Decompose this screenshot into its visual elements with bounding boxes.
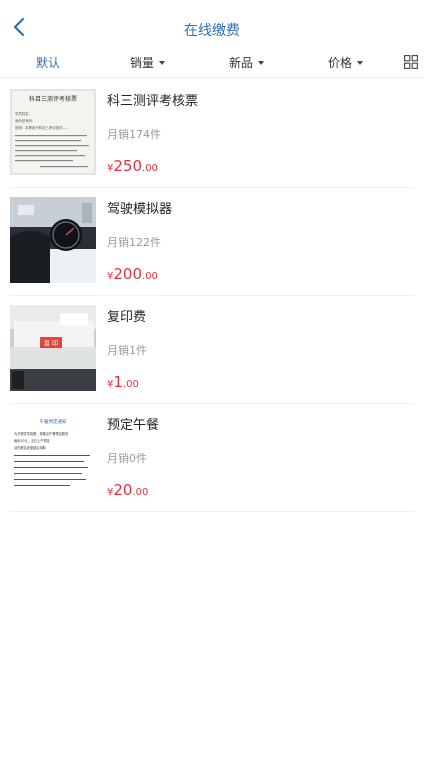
product-name: 驾驶模拟器 [107,202,173,217]
product-name: 科三测评考核票 [107,94,199,109]
tab-price[interactable]: 价格 [328,54,364,72]
price-integer: 200 [113,265,143,283]
product-name: 复印费 [107,310,147,325]
tab-sales[interactable]: 销量 [130,54,166,72]
tab-new[interactable]: 新品 [229,54,265,72]
product-thumbnail: 科目三测评考核票 学员姓名： 身份证号码： 说明：本票用于科目三考试测评…… [10,89,96,175]
monthly-sales: 月销122件 [107,236,161,249]
driving-simulator-image [10,197,96,283]
copy-label-text: 复 印 [44,340,58,348]
thumb-line-text: 学员姓名： [15,111,32,116]
price-integer: 20 [113,481,133,499]
product-price: ¥20.00 [107,481,148,502]
product-item[interactable]: 复 印 复印费 月销1件 ¥1.00 [10,296,414,404]
ticket-document-image: 科目三测评考核票 学员姓名： 身份证号码： 说明：本票用于科目三考试测评…… [10,89,96,175]
tab-sales-label: 销量 [130,56,155,70]
monthly-sales: 月销174件 [107,128,161,141]
thumb-line-text: 说明：本票用于科目三考试测评…… [15,125,69,130]
price-decimal: .00 [142,271,158,282]
thumb-line-text: 身份证号码： [15,118,35,123]
app-header: 在线缴费 [0,0,424,48]
product-name: 预定午餐 [107,418,160,433]
price-integer: 250 [113,157,143,175]
tab-price-label: 价格 [328,56,353,70]
product-item[interactable]: 午餐预定通知 为方便学员用餐，现推出午餐预定服务 每份20元，当日上午预定 请在… [10,404,414,512]
tab-default-label: 默认 [36,56,61,70]
photocopier-image: 复 印 [10,305,96,391]
caret-down-icon [159,60,166,65]
product-price: ¥1.00 [107,373,139,394]
sort-tabs: 默认 销量 新品 价格 [0,48,424,78]
thumb-line-text: 为方便学员用餐，现推出午餐预定服务 [14,431,69,436]
product-thumbnail: 复 印 [10,305,96,391]
price-integer: 1 [113,373,123,391]
thumb-line-text: 请在报名处缴费后领取 [14,445,47,450]
grid-view-icon[interactable] [404,55,418,69]
caret-down-icon [258,60,265,65]
price-decimal: .00 [122,379,139,390]
product-thumbnail: 午餐预定通知 为方便学员用餐，现推出午餐预定服务 每份20元，当日上午预定 请在… [10,413,96,499]
page-title: 在线缴费 [184,23,240,39]
product-item[interactable]: 科目三测评考核票 学员姓名： 身份证号码： 说明：本票用于科目三考试测评…… 科… [10,80,414,188]
product-price: ¥200.00 [107,265,158,286]
tab-new-label: 新品 [229,56,254,70]
thumb-title-text: 午餐预定通知 [40,418,67,425]
product-price: ¥250.00 [107,157,158,178]
caret-down-icon [357,60,364,65]
product-list: 科目三测评考核票 学员姓名： 身份证号码： 说明：本票用于科目三考试测评…… 科… [0,80,424,512]
product-thumbnail [10,197,96,283]
price-decimal: .00 [132,487,149,498]
tab-default[interactable]: 默认 [36,54,60,72]
thumb-title-text: 科目三测评考核票 [29,95,77,103]
product-item[interactable]: 驾驶模拟器 月销122件 ¥200.00 [10,188,414,296]
monthly-sales: 月销1件 [107,344,147,357]
monthly-sales: 月销0件 [107,452,147,465]
thumb-line-text: 每份20元，当日上午预定 [14,438,51,443]
lunch-notice-image: 午餐预定通知 为方便学员用餐，现推出午餐预定服务 每份20元，当日上午预定 请在… [10,413,96,499]
price-decimal: .00 [142,163,158,174]
